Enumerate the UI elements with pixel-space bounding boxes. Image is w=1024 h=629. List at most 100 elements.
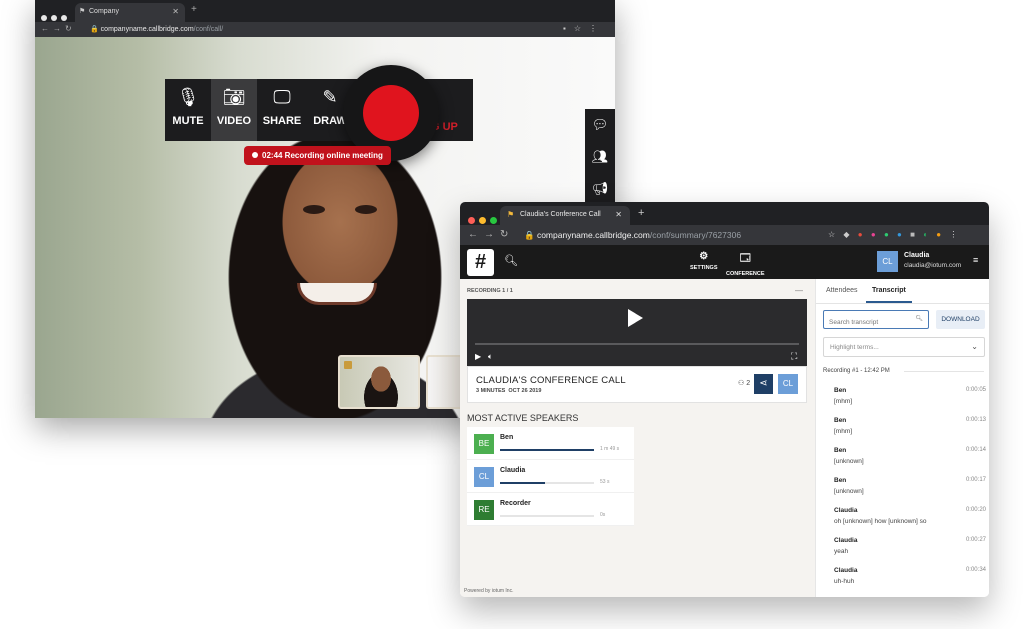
participants-icon[interactable]: 👥︎ xyxy=(585,141,615,173)
tab-transcript[interactable]: Transcript xyxy=(872,287,906,294)
search-icon[interactable]: 🔍︎ xyxy=(915,315,923,322)
transcript-entry[interactable]: Claudia 0:00:34 uh-huh xyxy=(816,567,989,597)
hamburger-menu-icon[interactable]: ≡ xyxy=(973,255,978,265)
chevron-down-icon[interactable]: ⌄ xyxy=(971,342,978,351)
user-avatar[interactable]: CL xyxy=(877,251,898,272)
conference-nav[interactable]: 🗔︎ CONFERENCE xyxy=(726,251,765,277)
entry-speaker: Claudia xyxy=(834,567,858,574)
speaker-name: Recorder xyxy=(500,500,531,507)
entry-text: oh [unknown] how [unknown] so xyxy=(834,518,927,525)
monitor-icon: 🖵︎ xyxy=(273,87,291,107)
entry-text: [mhm] xyxy=(834,428,853,435)
panel-tabs: Attendees Transcript xyxy=(816,279,989,304)
front-url[interactable]: 🔒 companyname.callbridge.com/conf/summar… xyxy=(524,230,741,241)
entry-text: yeah xyxy=(834,548,849,555)
speaker-name: Ben xyxy=(500,434,514,441)
record-icon xyxy=(363,85,419,141)
mute-button[interactable]: 🎙︎ MUTE xyxy=(165,79,211,141)
front-url-host: companyname.callbridge.com xyxy=(536,230,650,240)
entry-time[interactable]: 0:00:34 xyxy=(966,567,986,573)
conference-date: OCT 26 2019 xyxy=(508,388,542,394)
nav-arrows-icon[interactable]: ←→↻ xyxy=(41,24,76,33)
transcript-entry[interactable]: Claudia 0:00:27 yeah xyxy=(816,537,989,567)
transcript-entry[interactable]: Ben 0:00:05 [mhm] xyxy=(816,387,989,417)
back-tab-bar: ⚑ Company ✕ + xyxy=(35,0,615,22)
app-logo-icon[interactable]: # xyxy=(467,249,494,276)
settings-label: SETTINGS xyxy=(690,265,718,271)
recording-label: Recording #1 - 12:42 PM xyxy=(823,368,890,374)
extensions-icon[interactable]: ☆ ◆ ● ● ● ● ■ ◐ ● ⋮ xyxy=(828,230,960,239)
entry-text: [unknown] xyxy=(834,488,864,495)
conference-label: CONFERENCE xyxy=(726,271,765,277)
front-address-bar[interactable]: ←→↻ 🔒 companyname.callbridge.com/conf/su… xyxy=(460,225,989,245)
transcript-entry[interactable]: Claudia 0:00:20 oh [unknown] how [unknown]… xyxy=(816,507,989,537)
chat-icon[interactable]: 💬︎ xyxy=(585,109,615,141)
browser-actions-icon[interactable]: ▪☆⋮ xyxy=(563,24,605,33)
fullscreen-icon[interactable]: ⛶ xyxy=(791,351,797,362)
share-icon[interactable]: ⋖ xyxy=(754,374,773,394)
new-tab-icon[interactable]: + xyxy=(638,207,644,219)
eye-right xyxy=(355,205,377,214)
entry-speaker: Ben xyxy=(834,417,847,424)
transcript-entry[interactable]: Ben 0:00:14 [unknown] xyxy=(816,447,989,477)
participant-count-value: 2 xyxy=(746,380,751,387)
close-tab-icon[interactable]: ✕ xyxy=(172,7,179,16)
entry-speaker: Ben xyxy=(834,447,847,454)
transcript-panel: Attendees Transcript 🔍︎ DOWNLOAD Highlig… xyxy=(815,279,989,597)
speaker-name: Claudia xyxy=(500,467,526,474)
settings-nav[interactable]: ⚙ SETTINGS xyxy=(690,251,718,271)
speaker-avatar: CL xyxy=(474,467,494,487)
entry-time[interactable]: 0:00:27 xyxy=(966,537,986,543)
speakers-title: MOST ACTIVE SPEAKERS xyxy=(467,413,579,423)
close-tab-icon[interactable]: ✕ xyxy=(615,210,622,219)
search-icon[interactable]: 🔍︎ xyxy=(504,254,518,267)
front-tab-title: Claudia's Conference Call xyxy=(520,211,601,218)
announce-icon[interactable]: 📢︎ xyxy=(585,173,615,205)
search-transcript-field[interactable]: 🔍︎ xyxy=(823,310,929,331)
volume-icon[interactable]: 🔈︎ xyxy=(488,352,493,362)
highlight-terms-select[interactable]: Highlight terms... ⌄ xyxy=(823,337,985,357)
recording-banner[interactable]: 02:44 Recording online meeting xyxy=(244,146,391,165)
download-button[interactable]: DOWNLOAD xyxy=(936,310,985,329)
progress-bar[interactable] xyxy=(475,343,799,345)
smile xyxy=(297,283,377,305)
recording-dot-icon xyxy=(252,152,258,158)
share-button[interactable]: 🖵︎ SHARE xyxy=(257,79,307,141)
search-transcript-input[interactable] xyxy=(824,314,912,331)
recording-header: RECORDING 1 / 1 xyxy=(467,288,513,294)
front-url-path: /conf/summary/7627306 xyxy=(649,230,742,240)
conference-avatar[interactable]: CL xyxy=(778,374,798,394)
entry-time[interactable]: 0:00:14 xyxy=(966,447,986,453)
back-url[interactable]: 🔒 companyname.callbridge.com/conf/call/ xyxy=(90,25,223,33)
speaker-row: CL Claudia 53 s xyxy=(467,460,634,493)
nav-arrows-icon[interactable]: ←→↻ xyxy=(468,229,514,240)
speaker-row: BE Ben 1 m 49 s xyxy=(467,427,634,460)
transcript-entry[interactable]: Ben 0:00:13 [mhm] xyxy=(816,417,989,447)
share-label: SHARE xyxy=(262,115,302,127)
entry-speaker: Ben xyxy=(834,477,847,484)
front-browser-tab[interactable]: ⚑ Claudia's Conference Call ✕ xyxy=(500,206,630,225)
play-icon[interactable] xyxy=(628,309,643,327)
speaker-duration: 53 s xyxy=(600,479,610,485)
pin-icon[interactable] xyxy=(344,361,352,369)
participant-count: ⚇ 2 xyxy=(738,379,750,387)
speaker-duration: 0s xyxy=(600,512,606,518)
transcript-entry[interactable]: Ben 0:00:17 [unknown] xyxy=(816,477,989,507)
speaker-avatar: RE xyxy=(474,500,494,520)
back-address-bar[interactable]: ←→↻ 🔒 companyname.callbridge.com/conf/ca… xyxy=(35,22,615,37)
play-control-icon[interactable]: ▶ xyxy=(475,352,481,361)
entry-time[interactable]: 0:00:17 xyxy=(966,477,986,483)
back-browser-tab[interactable]: ⚑ Company ✕ xyxy=(75,3,185,22)
entry-time[interactable]: 0:00:13 xyxy=(966,417,986,423)
video-player[interactable]: ▶ 🔈︎ ⛶ xyxy=(467,299,807,366)
speakers-list: BE Ben 1 m 49 s CL Claudia 53 s RE Recorder 0s xyxy=(467,427,634,526)
entry-time[interactable]: 0:00:20 xyxy=(966,507,986,513)
user-name: Claudia xyxy=(904,252,930,259)
new-tab-icon[interactable]: + xyxy=(191,4,197,15)
collapse-icon[interactable]: — xyxy=(795,286,803,295)
video-button[interactable]: 📷︎ VIDEO xyxy=(211,79,257,141)
speaker-bar-fill xyxy=(500,482,546,484)
tab-attendees[interactable]: Attendees xyxy=(826,287,858,294)
entry-time[interactable]: 0:00:05 xyxy=(966,387,986,393)
participant-thumbnail[interactable] xyxy=(338,355,420,409)
